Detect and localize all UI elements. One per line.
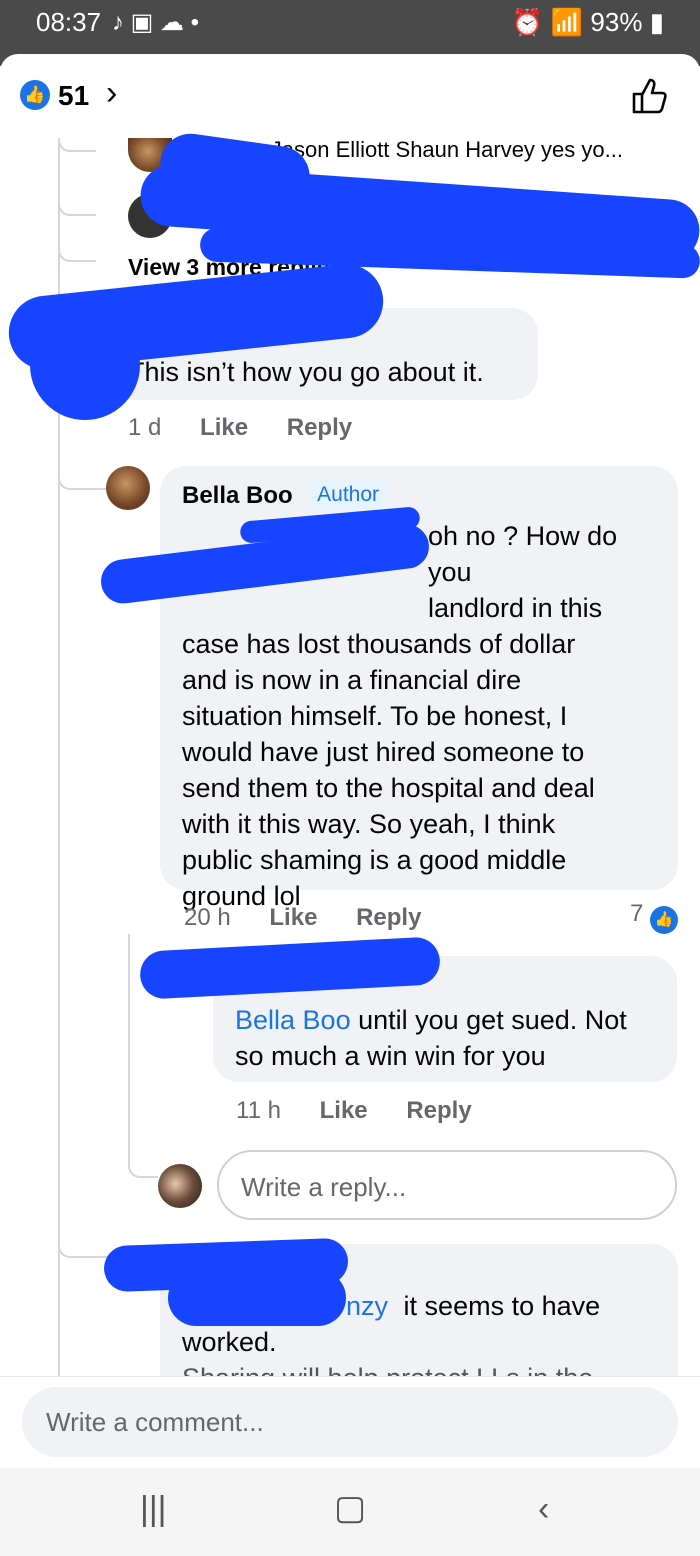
comment-line: public shaming is a good middle [182, 845, 567, 875]
comment-text-line2: so much a win win for you [235, 1041, 546, 1071]
back-icon[interactable]: ‹ [538, 1490, 549, 1529]
comment-input[interactable]: Write a comment... [22, 1387, 678, 1457]
comment-line: send them to the hospital and deal [182, 773, 595, 803]
comment-age: 20 h [184, 904, 231, 931]
comment-age: 1 d [128, 414, 162, 441]
comment-text: Bella Boo until you get sued. Not [235, 1002, 627, 1038]
battery-icon: ▮ [649, 7, 664, 37]
system-nav-bar: ||| ▢ ‹ [0, 1468, 700, 1556]
like-button[interactable]: Like [320, 1097, 368, 1124]
comment-actions: 11 h Like Reply [236, 1097, 504, 1125]
redaction-scribble [30, 310, 140, 420]
reaction-count: 7 [629, 900, 644, 927]
wifi-icon: 📶 [550, 7, 584, 37]
thread-branch [128, 1104, 158, 1178]
mention-link[interactable]: nzy [346, 1291, 388, 1321]
status-bar: 08:37 ♪ ▣ ☁ • ⏰ 📶 93% ▮ [0, 0, 700, 46]
comments-header: 👍 51 › [0, 54, 700, 138]
comment-text-part: until you get sued. Not [350, 1005, 627, 1035]
comment-actions: 1 d Like Reply [128, 414, 384, 442]
comment-author[interactable]: Bella Boo [182, 482, 293, 509]
thread-branch [58, 182, 96, 216]
comment-age: 11 h [236, 1097, 281, 1124]
reaction-count[interactable]: 51 [58, 80, 89, 112]
chevron-right-icon[interactable]: › [106, 74, 117, 113]
reply-button[interactable]: Reply [406, 1097, 471, 1124]
comment-text: This isn’t how you go about it. [128, 357, 484, 387]
comment-actions: 20 h Like Reply [184, 904, 453, 932]
like-reaction-icon: 👍 [650, 906, 678, 934]
like-button[interactable]: Like [269, 904, 317, 931]
comment-text-part: it seems to have [403, 1291, 601, 1321]
reply-preview: Jason Elliott Shaun Harvey yes yo... [270, 137, 623, 162]
battery-level: 93% [590, 7, 643, 37]
recent-apps-icon[interactable]: ||| [140, 1490, 167, 1529]
thread-branch [58, 226, 96, 262]
thread-branch [58, 454, 108, 490]
author-badge: Author [309, 480, 388, 510]
reply-button[interactable]: Reply [287, 414, 352, 441]
comment-text-line2: worked. [182, 1327, 277, 1357]
thread-branch [58, 138, 96, 152]
comment-line: case has lost thousands of dollar [182, 629, 576, 659]
like-button[interactable]: Like [200, 414, 248, 441]
redaction-scribble [168, 1270, 346, 1326]
my-avatar [158, 1164, 202, 1208]
comments-sheet: 👍 51 › lla Boo Jason Elliott Shaun Harve… [0, 54, 700, 1376]
reply-input[interactable]: Write a reply... [217, 1150, 677, 1220]
thread-branch [58, 1224, 108, 1258]
comment-line: with it this way. So yeah, I think [182, 809, 556, 839]
comment-line: would have just hired someone to [182, 737, 585, 767]
mention-link[interactable]: Bella Boo [235, 1005, 351, 1035]
comment-line: and is now in a financial dire [182, 665, 522, 695]
comment-line: situation himself. To be honest, I [182, 701, 568, 731]
alarm-icon: ⏰ [511, 7, 544, 37]
reply-button[interactable]: Reply [356, 904, 421, 931]
comment-line: landlord in this [428, 593, 603, 623]
status-right: ⏰ 📶 93% ▮ [511, 7, 664, 38]
comment-text-line3: Sharing will help protect LLs in the [182, 1360, 593, 1376]
comment-composer: Write a comment... [0, 1376, 700, 1468]
reaction-summary[interactable]: 7 👍 [630, 900, 678, 934]
like-reaction-icon[interactable]: 👍 [20, 80, 50, 110]
home-icon[interactable]: ▢ [334, 1488, 366, 1528]
notification-icons: ♪ ▣ ☁ • [112, 9, 200, 36]
author-avatar[interactable] [106, 466, 150, 510]
like-outline-icon[interactable] [630, 76, 670, 116]
status-time: 08:37 [36, 7, 102, 37]
comment-header: Bella Boo Author [182, 480, 388, 510]
